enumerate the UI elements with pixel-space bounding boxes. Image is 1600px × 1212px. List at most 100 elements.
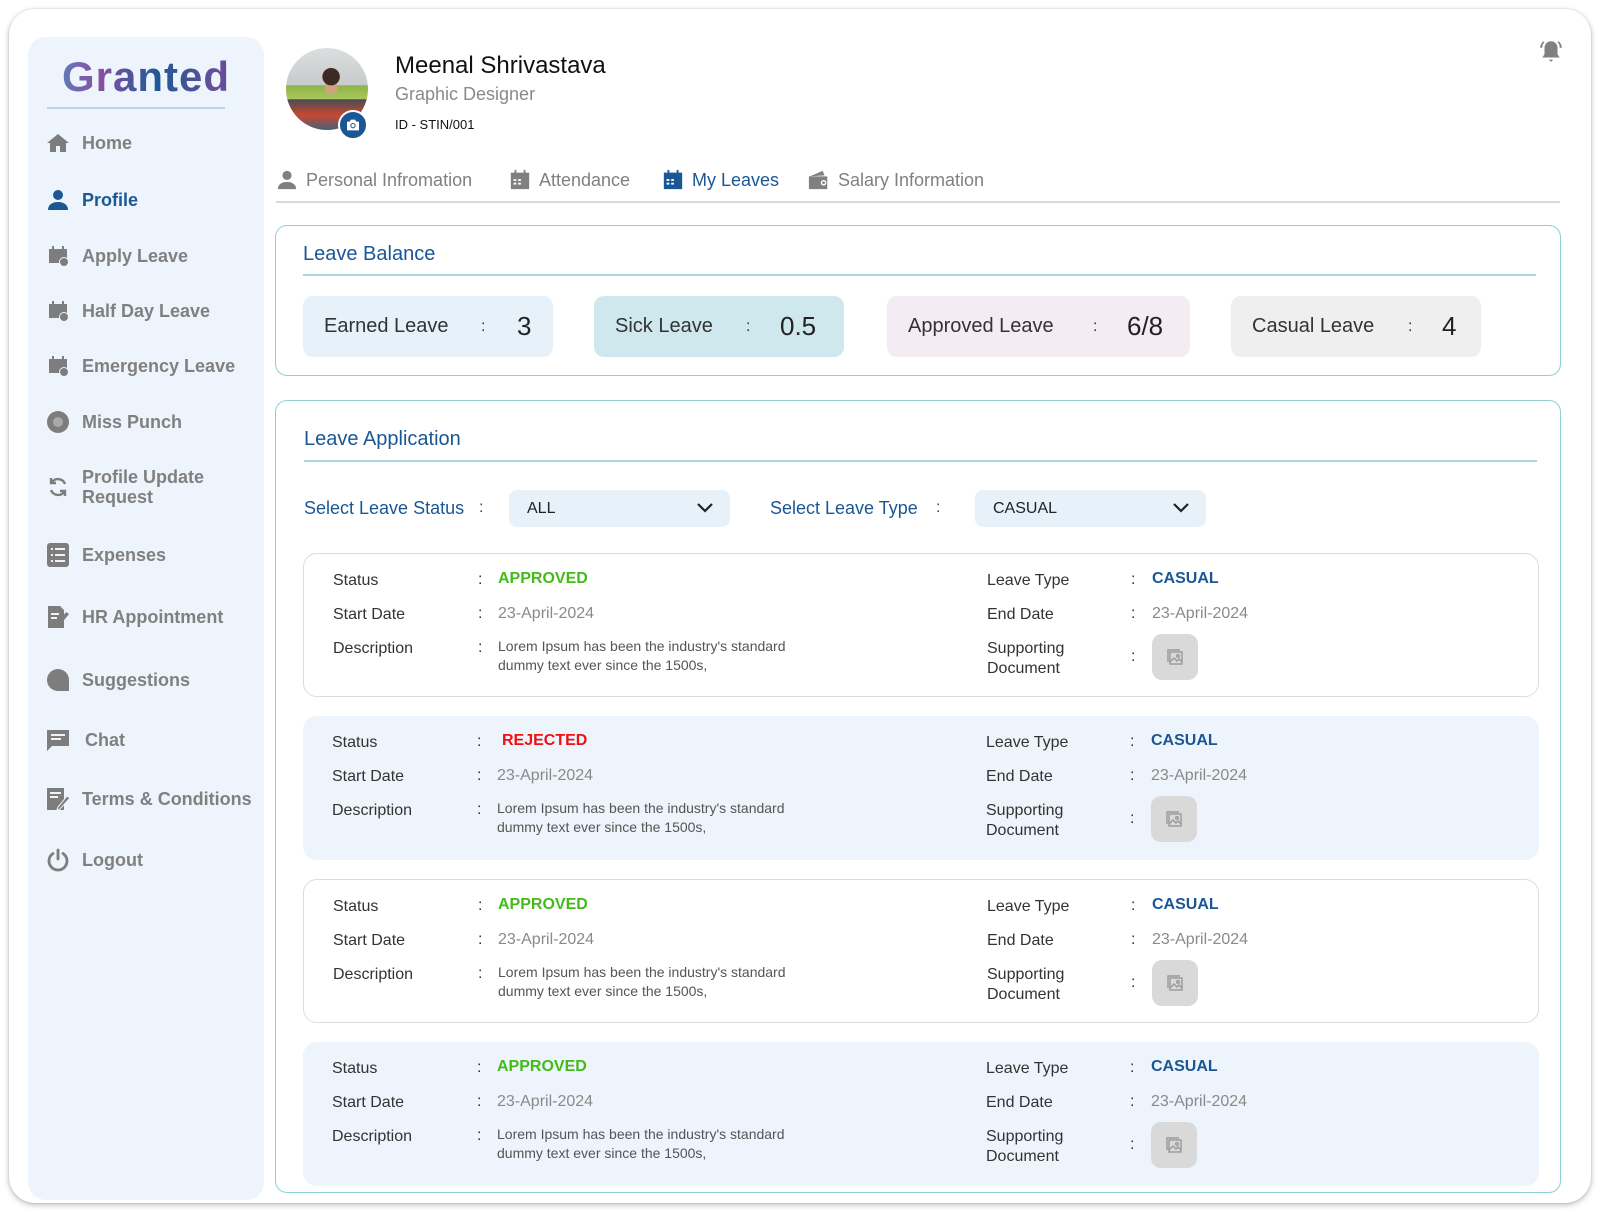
tab-label: My Leaves — [692, 169, 780, 190]
leave-type-select[interactable]: CASUAL — [975, 490, 1206, 527]
sidebar-item-label: Miss Punch — [82, 412, 183, 432]
description-label: Description — [332, 1128, 413, 1145]
field-separator: : — [1130, 1136, 1135, 1153]
field-separator: : — [1131, 605, 1136, 622]
description-label: Description — [333, 966, 414, 983]
field-separator: : — [478, 639, 483, 656]
balance-label: Sick Leave — [615, 315, 713, 337]
supporting-document-label: Supporting Document — [987, 640, 1065, 677]
leave-status-select[interactable]: ALL — [509, 490, 730, 527]
start-date-value: 23-April-2024 — [498, 931, 595, 948]
sidebar-item-terms-conditions[interactable]: Terms & Conditions — [46, 787, 256, 811]
image-gallery-icon — [1167, 649, 1183, 665]
supporting-document-thumbnail[interactable] — [1151, 796, 1197, 842]
sidebar-item-profile-update-request[interactable]: Profile Update Request — [46, 467, 256, 507]
status-label: Status — [332, 734, 378, 751]
balance-value: 6/8 — [1127, 311, 1164, 341]
terms-edit-icon — [46, 787, 70, 811]
supporting-document-thumbnail[interactable] — [1152, 634, 1198, 680]
end-date-label: End Date — [986, 1094, 1053, 1111]
field-separator: : — [1130, 767, 1135, 784]
tab-label: Attendance — [539, 169, 631, 190]
status-badge: REJECTED — [502, 732, 588, 749]
sidebar-item-chat[interactable]: Chat — [46, 728, 256, 752]
field-separator: : — [478, 931, 483, 948]
leave-balance-title: Leave Balance — [303, 243, 436, 265]
fingerprint-icon — [46, 410, 70, 434]
sidebar-item-logout[interactable]: Logout — [46, 848, 256, 872]
tab-personal-information[interactable]: Personal Infromation — [276, 165, 472, 195]
tab-attendance[interactable]: Attendance — [509, 165, 630, 195]
chat-icon — [46, 728, 70, 752]
home-icon — [46, 131, 70, 155]
start-date-value: 23-April-2024 — [497, 767, 594, 784]
field-separator: : — [477, 733, 482, 750]
leave-type-filter-label: Select Leave Type — [770, 498, 918, 518]
calendar-check-icon — [46, 354, 70, 378]
balance-separator: : — [1093, 317, 1098, 335]
end-date-value: 23-April-2024 — [1151, 767, 1248, 784]
status-label: Status — [333, 572, 379, 589]
change-photo-button[interactable] — [338, 110, 368, 140]
sidebar-item-emergency-leave[interactable]: Emergency Leave — [46, 354, 256, 378]
leave-balance-divider — [303, 274, 1536, 276]
calendar-icon — [663, 169, 683, 190]
filter-separator: : — [479, 499, 484, 516]
sidebar-item-miss-punch[interactable]: Miss Punch — [46, 410, 256, 434]
user-role: Graphic Designer — [395, 84, 536, 104]
notifications-button[interactable] — [1538, 38, 1564, 64]
chevron-down-icon — [1173, 503, 1189, 513]
sidebar-item-profile[interactable]: Profile — [46, 188, 256, 212]
calendar-check-icon — [46, 244, 70, 268]
app-logo: Granted — [28, 53, 264, 101]
balance-card-earned: Earned Leave : 3 — [303, 296, 553, 357]
filter-separator: : — [936, 499, 941, 516]
balance-card-sick: Sick Leave : 0.5 — [594, 296, 844, 357]
list-icon — [46, 543, 70, 567]
leave-status-value: ALL — [527, 499, 556, 517]
balance-separator: : — [481, 317, 486, 335]
tab-my-leaves[interactable]: My Leaves — [662, 165, 779, 195]
sidebar-item-label: Terms & Conditions — [82, 789, 252, 809]
image-gallery-icon — [1167, 975, 1183, 991]
balance-label: Earned Leave — [324, 315, 449, 337]
sidebar-item-apply-leave[interactable]: Apply Leave — [46, 244, 256, 268]
balance-value: 0.5 — [780, 311, 817, 341]
description-value: Lorem Ipsum has been the industry's stan… — [497, 1126, 785, 1161]
field-separator: : — [478, 965, 483, 982]
start-date-value: 23-April-2024 — [497, 1093, 594, 1110]
field-separator: : — [477, 801, 482, 818]
image-gallery-icon — [1166, 1137, 1182, 1153]
user-id: ID - STIN/001 — [395, 117, 475, 132]
logo-divider — [47, 107, 225, 109]
field-separator: : — [1131, 571, 1136, 588]
end-date-value: 23-April-2024 — [1152, 931, 1249, 948]
sidebar-item-suggestions[interactable]: Suggestions — [46, 668, 256, 692]
sidebar-item-half-day-leave[interactable]: Half Day Leave — [46, 299, 256, 323]
description-value: Lorem Ipsum has been the industry's stan… — [497, 800, 785, 835]
field-separator: : — [478, 571, 483, 588]
leave-application-divider — [304, 460, 1537, 462]
supporting-document-thumbnail[interactable] — [1152, 960, 1198, 1006]
tab-salary-information[interactable]: Salary Information — [808, 165, 984, 195]
sidebar-item-label: Emergency Leave — [82, 356, 236, 376]
field-separator: : — [477, 1127, 482, 1144]
sidebar-item-label: HR Appointment — [82, 607, 224, 627]
sidebar-item-hr-appointment[interactable]: HR Appointment — [46, 605, 256, 629]
field-separator: : — [478, 605, 483, 622]
sidebar-item-expenses[interactable]: Expenses — [46, 543, 256, 567]
field-separator: : — [1130, 1059, 1135, 1076]
tab-label: Salary Information — [838, 169, 985, 190]
leave-type-value: CASUAL — [1152, 896, 1219, 913]
supporting-document-thumbnail[interactable] — [1151, 1122, 1197, 1168]
power-icon — [46, 848, 70, 872]
status-label: Status — [332, 1060, 378, 1077]
leave-type-value: CASUAL — [993, 499, 1058, 517]
sidebar-item-home[interactable]: Home — [46, 131, 256, 155]
calendar-check-icon — [46, 299, 70, 323]
leave-application-card: Status : APPROVED Start Date : 23-April-… — [303, 1042, 1539, 1186]
end-date-label: End Date — [986, 768, 1053, 785]
sidebar-item-label: Profile Update Request — [82, 467, 205, 507]
balance-label: Casual Leave — [1252, 315, 1375, 337]
description-label: Description — [333, 640, 414, 657]
